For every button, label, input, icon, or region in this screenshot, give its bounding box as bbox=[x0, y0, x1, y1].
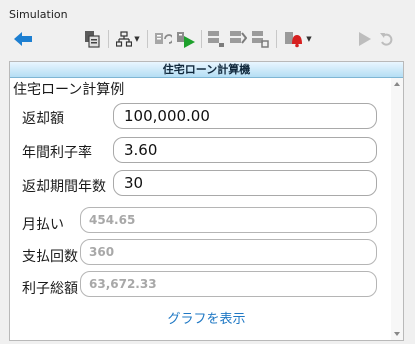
annual-rate-label: 年間利子率 bbox=[22, 145, 92, 161]
loan-amount-label: 返却額 bbox=[22, 111, 64, 127]
clipboard-copy-icon[interactable] bbox=[82, 28, 102, 50]
step-icon[interactable] bbox=[206, 28, 226, 50]
step-over-icon[interactable] bbox=[228, 28, 248, 50]
loan-years-input[interactable]: 30 bbox=[113, 170, 377, 196]
mortgage-form: 住宅ローン計算機 住宅ローン計算例 返却額 100,000.00 年間利子率 3… bbox=[9, 61, 404, 341]
play-icon[interactable] bbox=[356, 28, 374, 50]
form-body: 住宅ローン計算例 返却額 100,000.00 年間利子率 3.60 返却期間年… bbox=[10, 78, 403, 340]
total-interest-field: 63,672.33 bbox=[80, 271, 377, 297]
panel-title: Simulation bbox=[9, 8, 68, 21]
payment-count-field: 360 bbox=[80, 239, 377, 265]
monthly-payment-field: 454.65 bbox=[80, 207, 377, 233]
chevron-down-icon[interactable]: ▼ bbox=[306, 35, 311, 43]
reload-icon[interactable] bbox=[153, 28, 173, 50]
payment-count-label: 支払回数 bbox=[22, 249, 78, 265]
loan-years-label: 返却期間年数 bbox=[22, 179, 106, 195]
alert-bell-icon[interactable]: ▼ bbox=[282, 28, 314, 50]
loan-amount-input[interactable]: 100,000.00 bbox=[113, 103, 377, 129]
total-interest-label: 利子総額 bbox=[22, 281, 78, 297]
show-graph-link[interactable]: グラフを表示 bbox=[10, 308, 403, 327]
toolbar: ▼ ▼ bbox=[0, 26, 415, 52]
run-icon[interactable] bbox=[175, 28, 197, 50]
chevron-down-icon[interactable]: ▼ bbox=[134, 35, 139, 43]
form-header: 住宅ローン計算機 bbox=[10, 62, 403, 78]
vertical-scrollbar[interactable] bbox=[391, 78, 403, 340]
monthly-payment-label: 月払い bbox=[22, 217, 64, 233]
annual-rate-input[interactable]: 3.60 bbox=[113, 137, 377, 163]
undo-icon[interactable] bbox=[378, 28, 396, 50]
hierarchy-icon[interactable]: ▼ bbox=[114, 28, 142, 50]
back-arrow-icon[interactable] bbox=[12, 28, 34, 50]
step-out-icon[interactable] bbox=[250, 28, 270, 50]
form-subtitle: 住宅ローン計算例 bbox=[13, 82, 125, 98]
